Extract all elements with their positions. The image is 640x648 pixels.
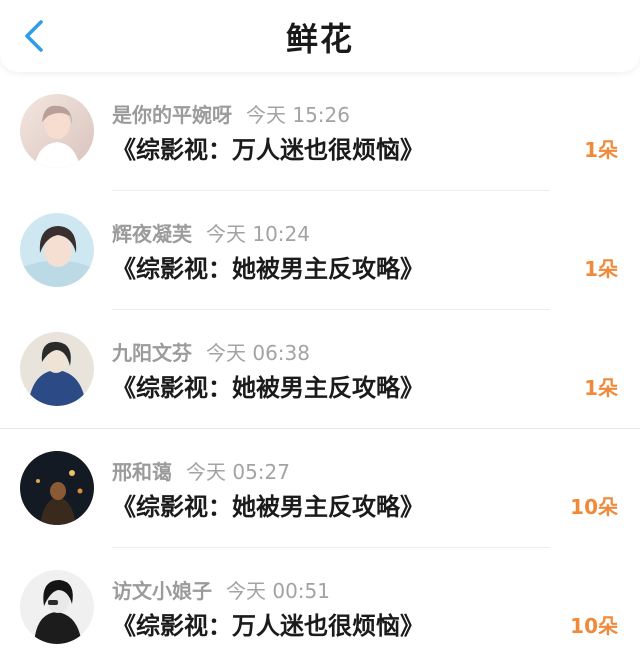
list-item[interactable]: 访文小娘子 今天 00:51 《综影视：万人迷也很烦恼》 10朵 <box>0 548 640 648</box>
list-item[interactable]: 邢和蔼 今天 05:27 《综影视：她被男主反攻略》 10朵 <box>0 429 640 548</box>
user-name[interactable]: 辉夜凝芙 <box>112 222 192 246</box>
flower-gift-list: 是你的平婉呀 今天 15:26 《综影视：万人迷也很烦恼》 1朵 辉夜凝芙 今天 1… <box>0 72 640 648</box>
book-title[interactable]: 《综影视：万人迷也很烦恼》 <box>112 130 424 165</box>
flower-count: 1朵 <box>584 376 618 400</box>
avatar[interactable] <box>20 332 94 406</box>
flower-count: 10朵 <box>570 495 618 519</box>
avatar[interactable] <box>20 451 94 525</box>
top-bar: 鲜花 <box>0 0 640 72</box>
page-title: 鲜花 <box>285 20 354 58</box>
item-meta: 辉夜凝芙 今天 10:24 <box>112 218 310 247</box>
flower-count: 1朵 <box>584 257 618 281</box>
timestamp: 今天 15:26 <box>246 103 350 127</box>
user-name[interactable]: 访文小娘子 <box>112 579 212 603</box>
avatar[interactable] <box>20 570 94 644</box>
avatar[interactable] <box>20 213 94 287</box>
flower-count: 1朵 <box>584 138 618 162</box>
book-title[interactable]: 《综影视：她被男主反攻略》 <box>112 249 424 284</box>
timestamp: 今天 05:27 <box>186 460 290 484</box>
list-item[interactable]: 九阳文芬 今天 06:38 《综影视：她被男主反攻略》 1朵 <box>0 310 640 429</box>
timestamp: 今天 10:24 <box>206 222 310 246</box>
user-name[interactable]: 是你的平婉呀 <box>112 103 232 127</box>
book-title[interactable]: 《综影视：她被男主反攻略》 <box>112 368 424 403</box>
item-meta: 邢和蔼 今天 05:27 <box>112 456 290 485</box>
book-title[interactable]: 《综影视：万人迷也很烦恼》 <box>112 606 424 641</box>
flower-count: 10朵 <box>570 614 618 638</box>
gift-list-page: 鲜花 是你的平婉呀 今天 15:26 《综影视：万人迷也很烦恼》 1朵 辉夜凝芙… <box>0 0 640 648</box>
timestamp: 今天 06:38 <box>206 341 310 365</box>
user-name[interactable]: 九阳文芬 <box>112 341 192 365</box>
book-title[interactable]: 《综影视：她被男主反攻略》 <box>112 487 424 522</box>
item-meta: 九阳文芬 今天 06:38 <box>112 337 310 366</box>
list-item[interactable]: 是你的平婉呀 今天 15:26 《综影视：万人迷也很烦恼》 1朵 <box>0 72 640 191</box>
item-meta: 是你的平婉呀 今天 15:26 <box>112 99 350 128</box>
timestamp: 今天 00:51 <box>226 579 330 603</box>
avatar[interactable] <box>20 94 94 168</box>
user-name[interactable]: 邢和蔼 <box>112 460 172 484</box>
item-meta: 访文小娘子 今天 00:51 <box>112 575 330 604</box>
list-item[interactable]: 辉夜凝芙 今天 10:24 《综影视：她被男主反攻略》 1朵 <box>0 191 640 310</box>
